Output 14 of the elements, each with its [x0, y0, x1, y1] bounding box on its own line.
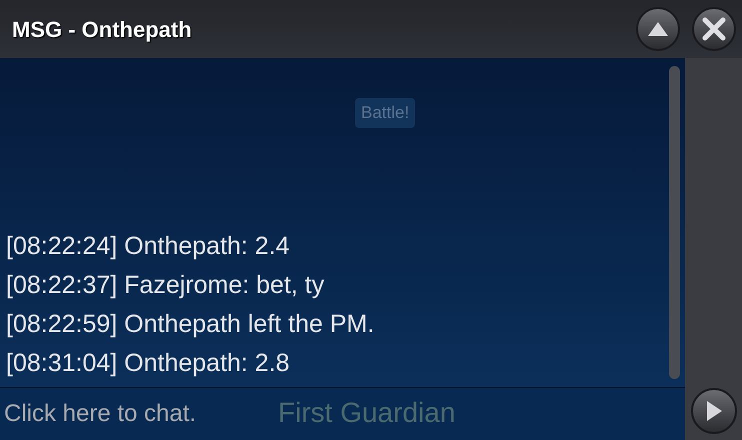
tooltip-text: Battle!: [355, 98, 416, 128]
chat-message: [08:22:37] Fazejrome: bet, ty: [6, 270, 324, 301]
window-title: MSG - Onthepath: [12, 16, 192, 44]
chat-message: [08:22:24] Onthepath: 2.4: [6, 231, 290, 262]
close-icon: [702, 17, 726, 41]
chat-message: [08:22:59] Onthepath left the PM.: [6, 309, 374, 340]
collapse-button[interactable]: [636, 7, 680, 51]
background-name-text: First Guardian: [278, 397, 456, 429]
scrollbar-thumb[interactable]: [668, 66, 680, 379]
up-arrow-icon: [647, 21, 669, 37]
send-button[interactable]: [690, 388, 736, 434]
chat-message: [08:31:04] Onthepath: 2.8: [6, 348, 290, 379]
play-arrow-icon: [704, 400, 722, 422]
close-button[interactable]: [692, 7, 736, 51]
